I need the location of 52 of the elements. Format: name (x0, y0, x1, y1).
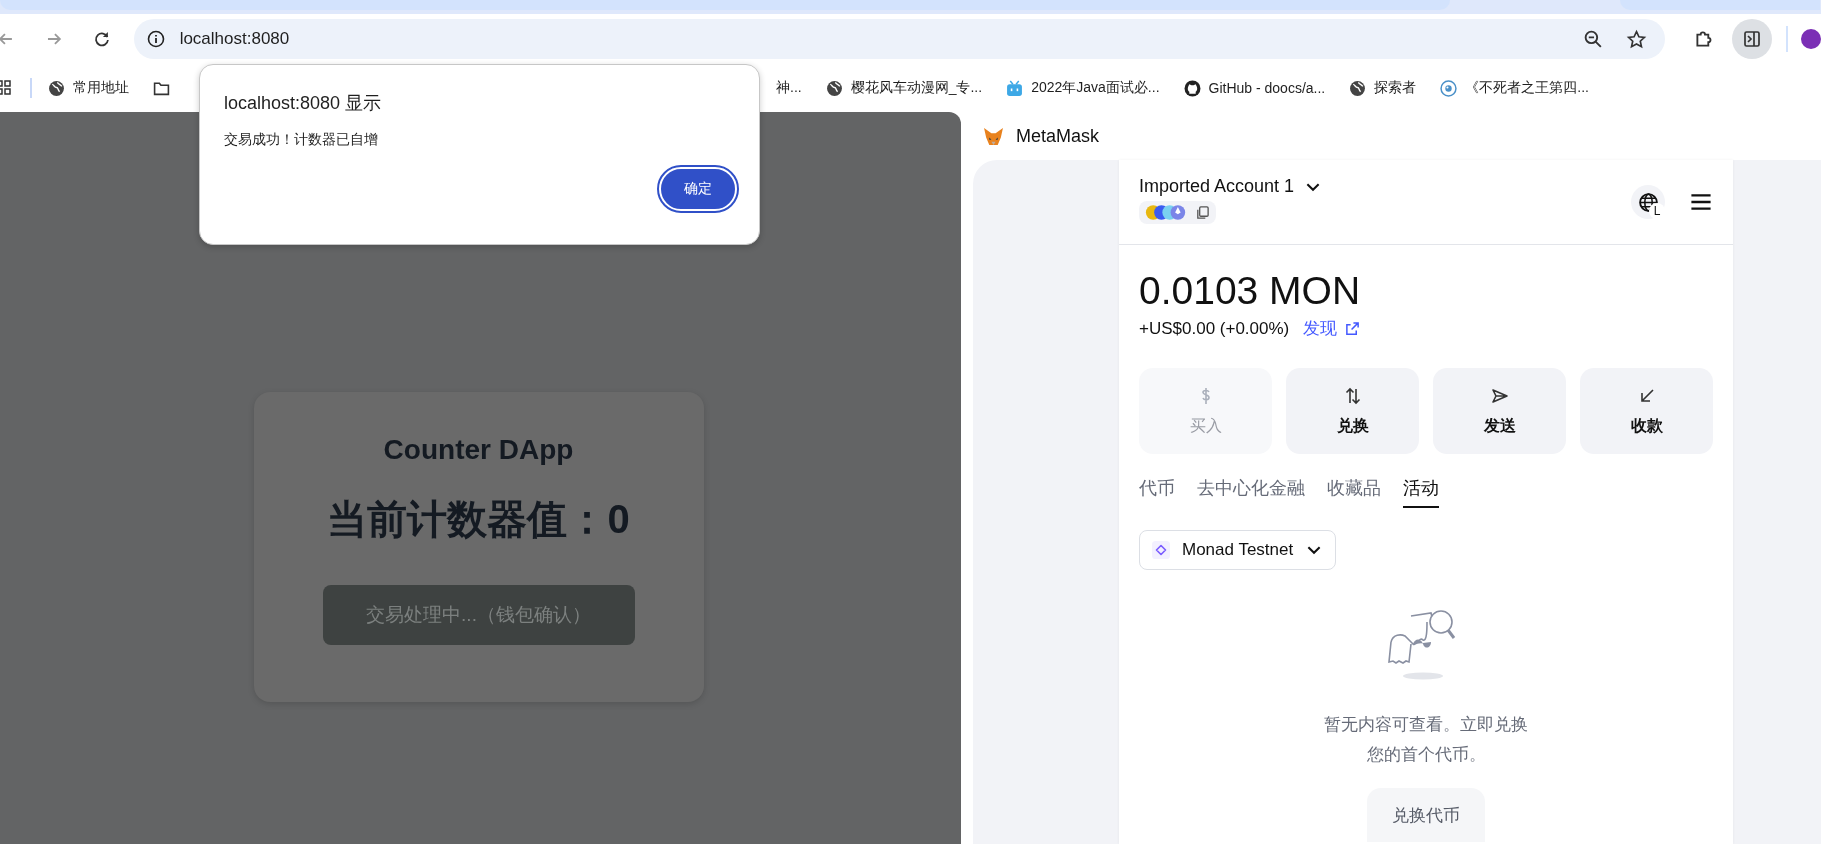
bookmark[interactable]: 《不死者之王第四... (1440, 79, 1589, 97)
action-button[interactable]: 兑换 (1286, 368, 1419, 454)
profile-avatar[interactable] (1801, 29, 1821, 49)
cat-icon (1183, 79, 1201, 97)
app-title: Counter DApp (383, 434, 574, 466)
account-selector[interactable]: Imported Account 1 (1139, 176, 1323, 197)
balance: 0.0103 MON (1138, 268, 1362, 313)
info-icon (145, 29, 166, 49)
eye-icon (1440, 79, 1458, 97)
globe-icon (1349, 79, 1367, 97)
bookmark[interactable]: 常用地址 (48, 79, 129, 97)
discover-link[interactable]: 发现 (1303, 317, 1361, 340)
tab[interactable]: 收藏品 (1327, 476, 1381, 508)
swap-tokens-button[interactable]: 兑换代币 (1367, 788, 1485, 842)
network-chips[interactable] (1139, 201, 1216, 224)
address-bar[interactable]: localhost:8080 (133, 19, 1665, 59)
action-button[interactable]: 收款 (1580, 368, 1713, 454)
tab[interactable]: 去中心化金融 (1197, 476, 1305, 508)
dialog-title: localhost:8080 显示 (224, 92, 383, 115)
counter-value: 当前计数器值：0 (327, 496, 630, 543)
tv-icon (1006, 79, 1024, 97)
bookmark[interactable]: 神... (776, 79, 802, 97)
globe-icon (48, 79, 65, 97)
network-dropdown[interactable]: Monad Testnet (1139, 530, 1337, 570)
tab[interactable]: 代币 (1139, 476, 1175, 508)
external-link-icon (1345, 321, 1361, 336)
zoom-out-icon[interactable] (1582, 28, 1604, 50)
panel-title: MetaMask (1016, 125, 1100, 147)
badge: L (1649, 203, 1665, 219)
dialog-message: 交易成功！计数器已自增 (224, 131, 379, 149)
globe-icon (1637, 191, 1659, 213)
fox-icon (983, 126, 1004, 146)
bookmark[interactable]: 探索者 (1349, 79, 1417, 97)
coin-icons (1145, 204, 1187, 221)
action-button[interactable]: 发送 (1433, 368, 1566, 454)
balance-change: +US$0.00 (+0.00%) (1139, 318, 1290, 339)
connection-button[interactable]: L (1631, 185, 1665, 219)
empty-message: 暂无内容可查看。立即兑换您的首个代币。 (1323, 714, 1529, 766)
side-panel-button[interactable] (1732, 19, 1773, 59)
globe-icon (825, 79, 843, 97)
bookmark[interactable] (153, 79, 170, 97)
bookmark[interactable]: GitHub - doocs/a... (1183, 79, 1326, 97)
star-icon[interactable] (1625, 28, 1647, 50)
tab[interactable]: 活动 (1403, 476, 1439, 508)
copy-icon[interactable] (1195, 205, 1210, 220)
apps-icon[interactable] (0, 80, 12, 96)
diamond-icon (1152, 541, 1170, 559)
ok-button[interactable]: 确定 (659, 167, 737, 211)
folder-icon (153, 79, 170, 97)
bookmark[interactable]: 樱花风车动漫网_专... (825, 79, 983, 97)
side-panel-icon (1742, 29, 1763, 49)
bookmark[interactable]: 2022年Java面试必... (1006, 79, 1160, 97)
